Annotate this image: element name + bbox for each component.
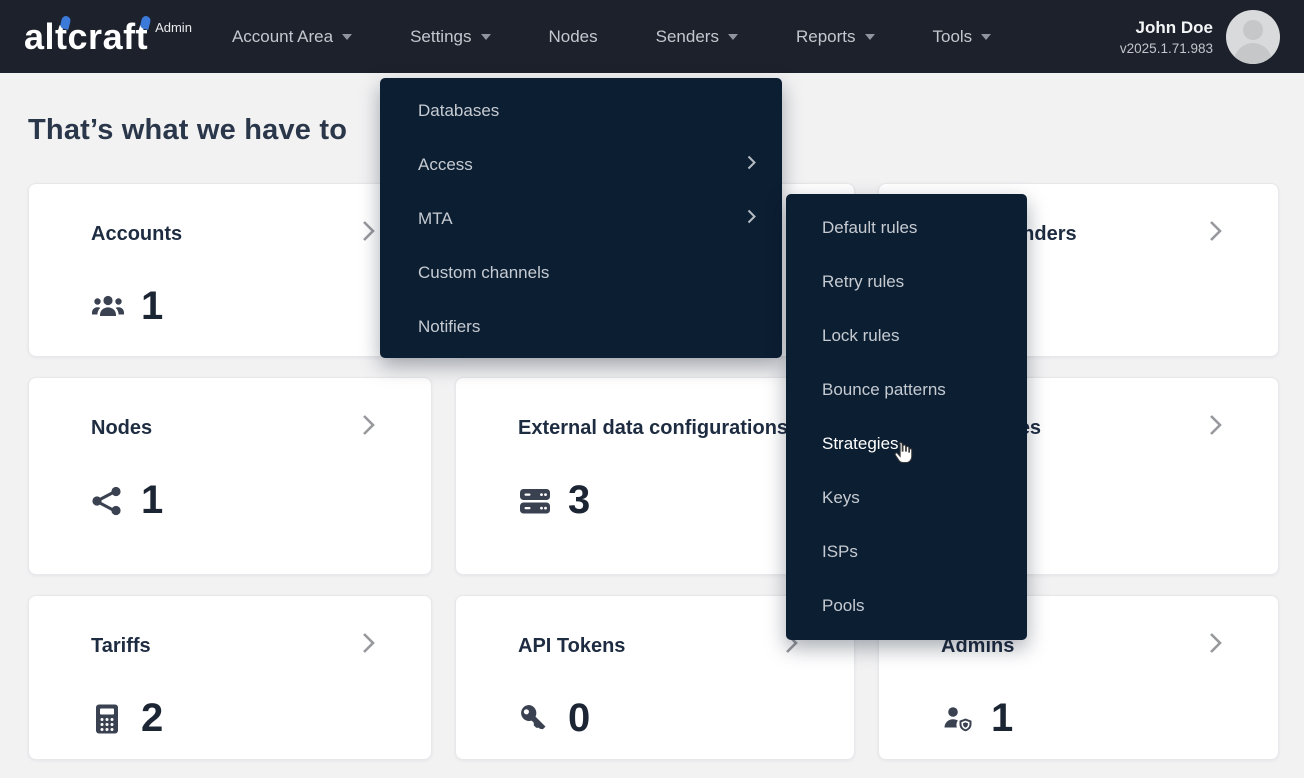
settings-dropdown-menu: Databases Access MTA Custom channels Not…: [380, 78, 782, 358]
user-name: John Doe: [1120, 18, 1213, 38]
nav-item-reports[interactable]: Reports: [796, 27, 875, 47]
chevron-right-icon: [1209, 220, 1222, 247]
chevron-right-icon: [747, 155, 756, 175]
avatar[interactable]: [1226, 10, 1280, 64]
card-count: 1: [141, 284, 163, 329]
main-nav: Account Area Settings Nodes Senders Repo…: [232, 27, 1049, 47]
brand-logo[interactable]: altcraft Admin: [24, 17, 192, 57]
brand-wordmark: altcraft: [24, 17, 148, 57]
chevron-down-icon: [481, 34, 491, 40]
menu-item-keys[interactable]: Keys: [786, 471, 1027, 525]
card-count: 1: [141, 478, 163, 523]
app-version: v2025.1.71.983: [1120, 41, 1213, 56]
mta-submenu: Default rules Retry rules Lock rules Bou…: [786, 194, 1027, 640]
user-info[interactable]: John Doe v2025.1.71.983: [1120, 18, 1213, 56]
nav-item-nodes[interactable]: Nodes: [549, 27, 598, 47]
share-icon: [91, 485, 125, 517]
menu-item-lock-rules[interactable]: Lock rules: [786, 309, 1027, 363]
menu-item-bounce-patterns[interactable]: Bounce patterns: [786, 363, 1027, 417]
chevron-down-icon: [728, 34, 738, 40]
card-title: Accounts: [91, 220, 369, 248]
avatar-silhouette: [1234, 43, 1272, 64]
chevron-right-icon: [362, 414, 375, 441]
card-nodes[interactable]: Nodes 1: [28, 377, 432, 575]
menu-item-pools[interactable]: Pools: [786, 579, 1027, 633]
menu-item-isps[interactable]: ISPs: [786, 525, 1027, 579]
chevron-right-icon: [362, 632, 375, 659]
key-icon: [518, 703, 552, 735]
card-count: 1: [991, 696, 1013, 741]
servers-icon: [518, 485, 552, 517]
card-tariffs[interactable]: Tariffs 2: [28, 595, 432, 760]
chevron-down-icon: [865, 34, 875, 40]
cursor-hand-icon: [891, 441, 913, 470]
brand-text: t: [55, 17, 68, 57]
menu-item-default-rules[interactable]: Default rules: [786, 201, 1027, 255]
users-icon: [91, 291, 125, 323]
nav-item-senders[interactable]: Senders: [656, 27, 738, 47]
card-accounts[interactable]: Accounts 1: [28, 183, 432, 357]
brand-text: t: [136, 17, 149, 57]
card-title: Nodes: [91, 414, 369, 442]
chevron-right-icon: [747, 209, 756, 229]
chevron-right-icon: [1209, 632, 1222, 659]
avatar-silhouette: [1243, 20, 1263, 40]
brand-text: al: [24, 17, 55, 57]
chevron-down-icon: [981, 34, 991, 40]
nav-item-tools[interactable]: Tools: [933, 27, 992, 47]
menu-item-databases[interactable]: Databases: [380, 84, 782, 138]
chevron-right-icon: [362, 220, 375, 247]
card-title: Tariffs: [91, 632, 369, 660]
menu-item-retry-rules[interactable]: Retry rules: [786, 255, 1027, 309]
card-count: 0: [568, 696, 590, 741]
chevron-down-icon: [342, 34, 352, 40]
brand-text: craf: [68, 17, 136, 57]
brand-tick-icon: [140, 15, 152, 30]
menu-item-notifiers[interactable]: Notifiers: [380, 300, 782, 354]
menu-item-access[interactable]: Access: [380, 138, 782, 192]
card-count: 3: [568, 478, 590, 523]
user-shield-icon: [941, 703, 975, 735]
card-count: 2: [141, 696, 163, 741]
navbar: altcraft Admin Account Area Settings Nod…: [0, 0, 1304, 73]
brand-admin-badge: Admin: [155, 20, 192, 35]
menu-item-mta[interactable]: MTA: [380, 192, 782, 246]
card-title: API Tokens: [518, 632, 792, 660]
calculator-icon: [91, 703, 125, 735]
nav-item-settings[interactable]: Settings: [410, 27, 490, 47]
menu-item-custom-channels[interactable]: Custom channels: [380, 246, 782, 300]
nav-item-account-area[interactable]: Account Area: [232, 27, 352, 47]
card-title: External data configurations: [518, 414, 792, 442]
chevron-right-icon: [1209, 414, 1222, 441]
